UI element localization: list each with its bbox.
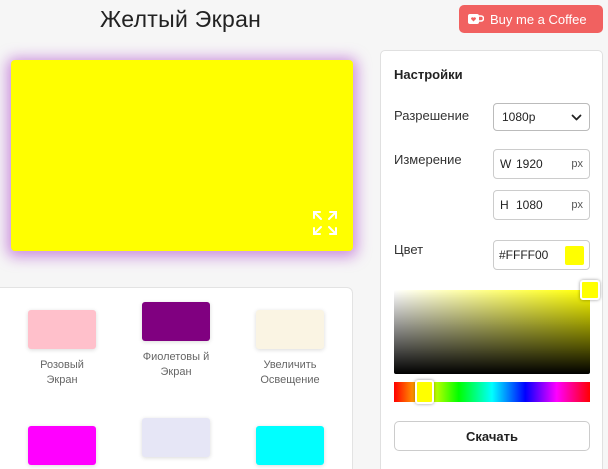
preset-label: Розовый Экран [40,359,84,386]
hue-slider-handle[interactable] [415,380,434,404]
cyan-swatch [256,426,324,465]
color-presets-panel: Розовый Экран Фиолетовы й Экран Увеличит… [0,287,353,469]
preset-label: Увеличить Освещение [260,359,320,386]
width-axis-label: W [500,157,512,171]
color-label: Цвет [394,242,424,257]
resolution-label: Разрешение [394,108,470,123]
purple-swatch [142,302,210,341]
coffee-cup-icon [467,12,484,26]
coffee-button-label: Buy me a Coffee [490,11,587,27]
download-button[interactable]: Скачать [394,421,590,451]
hex-color-input[interactable]: #FFFF00 [493,240,590,270]
pink-swatch [28,310,96,349]
width-field[interactable]: W 1920 px [493,149,590,179]
color-preview [11,60,353,251]
width-unit: px [571,158,583,170]
dimension-label: Измерение [394,152,462,167]
preset-label: Фиолетовы й Экран [142,351,210,378]
width-value: 1920 [516,157,543,171]
preset-increase-lighting[interactable]: Увеличить Освещение [245,310,335,388]
buy-me-a-coffee-button[interactable]: Buy me a Coffee [459,5,603,33]
saturation-value-picker[interactable] [394,290,590,374]
preset-purple-screen[interactable]: Фиолетовы й Экран [131,302,221,380]
color-chip [565,245,584,265]
preset-magenta-screen[interactable] [17,426,107,465]
height-unit: px [571,199,583,211]
height-field[interactable]: H 1080 px [493,190,590,220]
page-title: Желтый Экран [100,6,262,32]
resolution-value: 1080p [502,110,536,124]
hex-value: #FFFF00 [499,248,549,262]
height-value: 1080 [516,198,543,212]
chevron-down-icon [571,112,582,123]
resolution-select[interactable]: 1080p [493,103,590,131]
preset-lavender-screen[interactable] [131,418,221,457]
settings-panel: Настройки Разрешение 1080p Измерение W 1… [380,50,603,469]
warm-white-swatch [256,310,324,349]
preset-pink-screen[interactable]: Розовый Экран [17,310,107,388]
settings-title: Настройки [394,67,463,82]
saturation-value-handle[interactable] [580,280,600,300]
lavender-swatch [142,418,210,457]
height-axis-label: H [500,198,509,212]
magenta-swatch [28,426,96,465]
preset-cyan-screen[interactable] [245,426,335,465]
fullscreen-expand-icon[interactable] [312,210,338,236]
